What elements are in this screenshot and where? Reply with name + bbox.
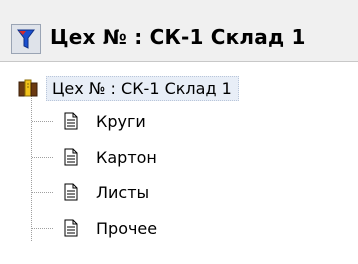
- tree-root-label: Цех № : СК-1 Склад 1: [46, 75, 239, 101]
- document-icon: [64, 183, 78, 201]
- tree-connector-line: [31, 92, 47, 241]
- tree-item-prochee[interactable]: Прочее: [64, 214, 157, 242]
- tree-view[interactable]: Цех № : СК-1 Склад 1 Круги Картон Листы …: [0, 62, 358, 264]
- tree-branch-line: [32, 157, 54, 158]
- document-icon: [64, 148, 78, 166]
- funnel-icon: [17, 28, 35, 50]
- tree-item-krugi[interactable]: Круги: [64, 107, 146, 135]
- header-title: Цех № : СК-1 Склад 1: [50, 25, 306, 49]
- tree-item-label: Прочее: [96, 218, 158, 238]
- tree-item-label: Картон: [96, 147, 157, 167]
- tree-item-karton[interactable]: Картон: [64, 143, 157, 171]
- tree-root-node[interactable]: Цех № : СК-1 Склад 1: [18, 74, 239, 102]
- document-icon: [64, 112, 78, 130]
- tree-branch-line: [32, 228, 54, 229]
- tree-item-label: Листы: [96, 182, 150, 202]
- document-icon: [64, 219, 78, 237]
- filter-button[interactable]: [11, 24, 41, 54]
- tree-item-label: Круги: [96, 111, 146, 131]
- books-icon: [18, 78, 40, 98]
- header-bar: Цех № : СК-1 Склад 1: [0, 0, 358, 62]
- tree-branch-line: [32, 121, 54, 122]
- tree-item-listy[interactable]: Листы: [64, 178, 149, 206]
- tree-branch-line: [32, 192, 54, 193]
